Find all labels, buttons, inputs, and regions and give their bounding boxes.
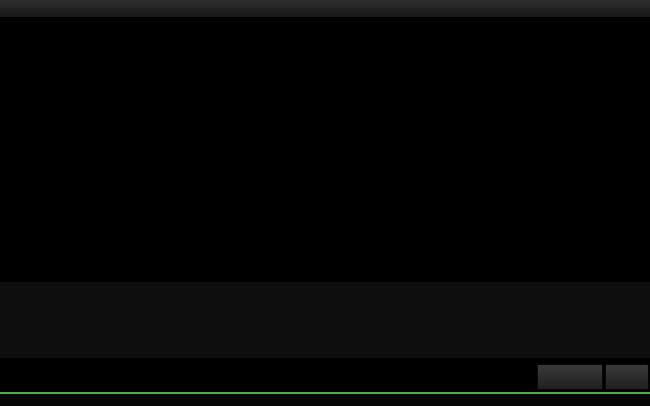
timebase-box[interactable] [537,364,603,390]
measure-table-panel [0,282,650,358]
footer-bar [0,392,650,406]
measure-table [0,282,650,358]
menu-bar [0,0,650,18]
brand-logo [0,395,7,405]
descriptor-bar [0,358,650,394]
oscilloscope-screen: { "menu": {"items": [ {"label":"File","i… [0,0,650,406]
trigger-box[interactable] [605,364,649,390]
